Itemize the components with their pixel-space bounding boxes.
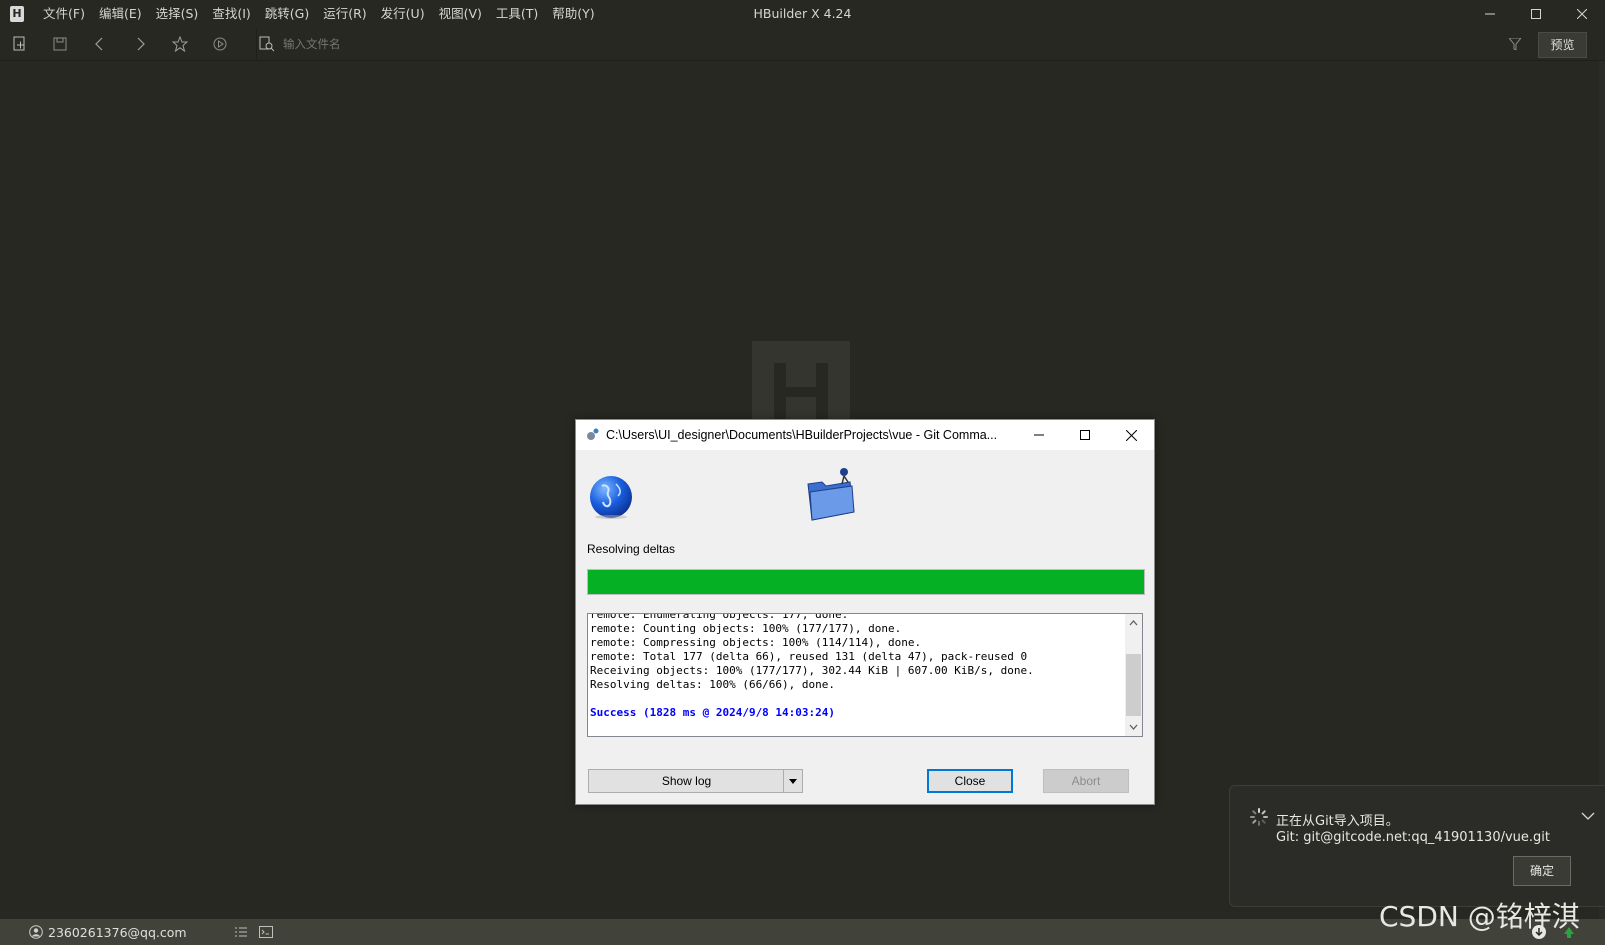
new-file-icon <box>13 36 25 51</box>
menu-edit[interactable]: 编辑(E) <box>92 0 149 28</box>
log-scroll-thumb[interactable] <box>1126 654 1141 716</box>
terminal-icon[interactable] <box>259 925 273 939</box>
log-scrollbar[interactable] <box>1125 614 1142 736</box>
chevron-left-icon <box>95 37 103 51</box>
git-import-notification: 正在从Git导入项目。 Git: git@gitcode.net:qq_4190… <box>1229 785 1605 907</box>
preview-button[interactable]: 预览 <box>1538 32 1587 58</box>
file-search-icon <box>259 36 275 52</box>
back-button[interactable] <box>80 28 120 60</box>
log-line: remote: Compressing objects: 100% (114/1… <box>590 636 922 649</box>
menu-find[interactable]: 查找(I) <box>205 0 257 28</box>
minimize-button[interactable] <box>1467 0 1513 28</box>
git-command-dialog: C:\Users\UI_designer\Documents\HBuilderP… <box>575 419 1155 805</box>
menu-file[interactable]: 文件(F) <box>36 0 92 28</box>
progress-fill <box>588 570 1144 594</box>
h-letter-icon <box>774 363 828 421</box>
menu-select[interactable]: 选择(S) <box>149 0 206 28</box>
folder-icon <box>807 468 855 521</box>
dropdown-arrow-icon <box>789 779 797 784</box>
run-button[interactable] <box>200 28 240 60</box>
chevron-right-icon <box>137 37 145 51</box>
log-line: remote: Enumerating objects: 177, done. <box>590 613 849 621</box>
minimize-icon <box>1485 13 1495 15</box>
operation-status: Resolving deltas <box>587 542 676 556</box>
scroll-up-icon <box>1129 620 1138 626</box>
log-line: remote: Total 177 (delta 66), reused 131… <box>590 650 1028 663</box>
notification-message: Git: git@gitcode.net:qq_41901130/vue.git <box>1276 830 1550 845</box>
log-line: Resolving deltas: 100% (66/66), done. <box>590 678 836 691</box>
menu-help[interactable]: 帮助(Y) <box>545 0 601 28</box>
window-controls <box>1467 0 1605 28</box>
favorite-button[interactable] <box>160 28 200 60</box>
notification-title: 正在从Git导入项目。 <box>1276 814 1399 829</box>
save-button[interactable] <box>40 28 80 60</box>
save-icon <box>53 37 67 51</box>
menu-publish[interactable]: 发行(U) <box>374 0 432 28</box>
menu-bar: 文件(F) 编辑(E) 选择(S) 查找(I) 跳转(G) 运行(R) 发行(U… <box>36 0 602 28</box>
list-icon[interactable] <box>234 925 248 939</box>
menu-run[interactable]: 运行(R) <box>316 0 373 28</box>
show-log-dropdown[interactable] <box>783 770 802 792</box>
menu-goto[interactable]: 跳转(G) <box>258 0 316 28</box>
log-line: remote: Counting objects: 100% (177/177)… <box>590 622 902 635</box>
hbuilder-watermark-logo <box>752 341 850 421</box>
close-button[interactable]: Close <box>927 769 1013 793</box>
file-search-bar <box>256 28 1477 60</box>
show-log-label: Show log <box>661 774 712 788</box>
toolbar: 预览 <box>0 28 1605 61</box>
title-bar: H 文件(F) 编辑(E) 选择(S) 查找(I) 跳转(G) 运行(R) 发行… <box>0 0 1605 28</box>
progress-bar <box>587 569 1145 595</box>
show-log-button[interactable]: Show log <box>588 769 803 793</box>
globe-icon <box>590 476 632 519</box>
chevron-down-icon[interactable] <box>1580 808 1596 824</box>
dialog-title: C:\Users\UI_designer\Documents\HBuilderP… <box>606 428 998 442</box>
status-bar: 2360261376@qq.com <box>0 919 1605 945</box>
log-lines: remote: Enumerating objects: 177, done. r… <box>590 613 1120 720</box>
abort-button[interactable]: Abort <box>1043 769 1129 793</box>
dialog-maximize-button[interactable] <box>1062 420 1108 450</box>
filter-icon <box>1509 38 1521 50</box>
menu-tools[interactable]: 工具(T) <box>489 0 545 28</box>
app-logo-icon: H <box>10 6 24 22</box>
close-window-button[interactable] <box>1559 0 1605 28</box>
new-file-button[interactable] <box>0 28 40 60</box>
maximize-icon <box>1531 9 1541 19</box>
play-circle-icon <box>213 37 227 51</box>
star-icon <box>172 36 188 52</box>
menu-view[interactable]: 视图(V) <box>432 0 489 28</box>
filter-button[interactable] <box>1500 28 1530 60</box>
csdn-watermark: CSDN @铭梓淇 <box>1379 900 1580 933</box>
close-icon <box>1577 9 1587 19</box>
loading-spinner-icon <box>1250 808 1268 826</box>
log-success-line: Success (1828 ms @ 2024/9/8 14:03:24) <box>590 706 836 719</box>
close-icon <box>1125 429 1137 441</box>
user-email[interactable]: 2360261376@qq.com <box>48 925 187 940</box>
log-line: Receiving objects: 100% (177/177), 302.4… <box>590 664 1034 677</box>
user-icon[interactable] <box>29 925 43 939</box>
minimize-icon <box>1034 434 1044 436</box>
maximize-icon <box>1080 430 1090 440</box>
dialog-close-button[interactable] <box>1108 420 1154 450</box>
maximize-button[interactable] <box>1513 0 1559 28</box>
scroll-down-icon <box>1129 724 1138 730</box>
dialog-controls <box>1016 420 1154 450</box>
dialog-title-bar: C:\Users\UI_designer\Documents\HBuilderP… <box>576 420 1154 450</box>
file-search-input[interactable] <box>281 36 885 52</box>
download-icon[interactable] <box>1531 924 1547 940</box>
output-log[interactable]: remote: Enumerating objects: 177, done. r… <box>587 613 1143 737</box>
forward-button[interactable] <box>120 28 160 60</box>
git-app-icon <box>587 428 599 440</box>
upload-icon[interactable] <box>1561 924 1577 940</box>
notification-ok-button[interactable]: 确定 <box>1513 856 1571 886</box>
dialog-minimize-button[interactable] <box>1016 420 1062 450</box>
